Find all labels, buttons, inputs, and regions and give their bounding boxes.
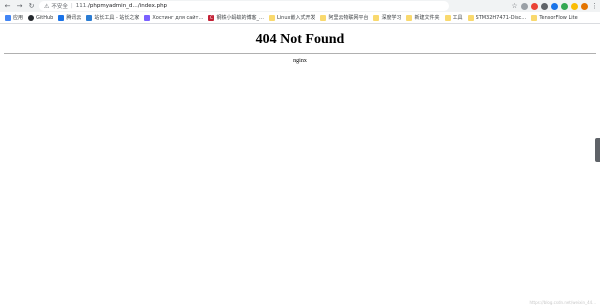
extension-icon[interactable]	[521, 2, 528, 10]
bookmark-label: Linux嵌入式开发	[276, 15, 316, 21]
bookmark-label: 新建文件夹	[414, 15, 440, 21]
bookmark-label: 腾讯云	[66, 15, 82, 21]
extension-icon[interactable]	[531, 2, 538, 10]
extension-icon[interactable]	[571, 2, 578, 10]
reload-icon[interactable]: ↻	[27, 2, 36, 11]
divider	[4, 53, 596, 54]
security-label[interactable]: 不安全	[51, 2, 68, 10]
bookmark-label: 应用	[13, 15, 24, 21]
bookmark-folder-tools[interactable]: 工具	[444, 14, 463, 21]
bookmark-csdn[interactable]: C 钢铁小蚂蚁的博客_…	[208, 14, 264, 21]
bookmark-label: 钢铁小蚂蚁的博客_…	[216, 15, 264, 21]
folder-icon	[531, 14, 538, 21]
bookmark-folder-stm32[interactable]: STM32H7471-Disc…	[467, 14, 527, 21]
bookmark-folder-new[interactable]: 新建文件夹	[406, 14, 440, 21]
folder-icon	[373, 14, 380, 21]
folder-icon	[268, 14, 275, 21]
address-bar[interactable]: ⚠ 不安全 | 111. /phpmyadmin_d…/index.php	[39, 1, 449, 11]
bookmark-folder-linux[interactable]: Linux嵌入式开发	[268, 14, 316, 21]
site-icon	[86, 14, 93, 21]
menu-icon[interactable]: ⋮	[591, 2, 598, 10]
browser-toolbar: ← → ↻ ⚠ 不安全 | 111. /phpmyadmin_d…/index.…	[0, 0, 600, 12]
bookmark-tencent-cloud[interactable]: 腾讯云	[58, 14, 81, 21]
bookmark-folder-deep-learning[interactable]: 深度学习	[373, 14, 401, 21]
bookmark-label: TensorFlow Lite	[539, 14, 578, 21]
folder-icon	[467, 14, 474, 21]
apps-icon	[5, 14, 11, 21]
address-host: 111.	[75, 3, 89, 9]
server-name: nginx	[293, 58, 307, 64]
extension-icon[interactable]	[561, 2, 568, 10]
folder-icon	[406, 14, 413, 21]
address-separator: |	[70, 3, 73, 9]
extension-icon[interactable]	[551, 2, 558, 10]
bookmark-label: 深度学习	[381, 15, 402, 21]
folder-icon	[320, 14, 327, 21]
side-panel-tab[interactable]	[595, 138, 600, 162]
folder-icon	[444, 14, 451, 21]
page-content: 404 Not Found nginx	[0, 24, 600, 308]
bookmark-label: 站长工具 - 站长之家	[94, 15, 140, 21]
extension-icon[interactable]	[541, 2, 548, 10]
watermark: https://blog.csdn.net/weixin_44...	[529, 300, 596, 305]
star-icon[interactable]: ☆	[511, 2, 518, 10]
bookmark-github[interactable]: GitHub	[28, 14, 54, 21]
address-path: /phpmyadmin_d…/index.php	[88, 3, 168, 9]
bookmark-hosting[interactable]: Хостинг для сайт…	[144, 14, 204, 21]
bookmarks-bar: 应用 GitHub 腾讯云 站长工具 - 站长之家 Хостинг для са…	[0, 12, 600, 24]
warning-icon: ⚠	[44, 2, 50, 10]
page-title: 404 Not Found	[255, 32, 345, 47]
toolbar-right: ☆ ⋮	[511, 1, 598, 11]
forward-icon[interactable]: →	[15, 2, 24, 11]
bookmark-label: STM32H7471-Disc…	[475, 14, 527, 21]
bookmark-label: GitHub	[36, 14, 54, 21]
back-icon[interactable]: ←	[3, 2, 12, 11]
bookmark-folder-aliyun[interactable]: 阿里云物联网平台	[320, 14, 368, 21]
bookmark-chinaz[interactable]: 站长工具 - 站长之家	[86, 14, 139, 21]
hosting-icon	[144, 14, 151, 21]
bookmark-label: Хостинг для сайт…	[152, 14, 204, 21]
github-icon	[28, 14, 35, 21]
bookmark-folder-tflite[interactable]: TensorFlow Lite	[531, 14, 578, 21]
bookmark-label: 阿里云物联网平台	[328, 15, 369, 21]
cloud-icon	[58, 14, 65, 21]
csdn-icon: C	[208, 14, 215, 21]
bookmark-apps[interactable]: 应用	[5, 14, 23, 21]
profile-icon[interactable]	[581, 2, 588, 10]
bookmark-label: 工具	[452, 15, 463, 21]
